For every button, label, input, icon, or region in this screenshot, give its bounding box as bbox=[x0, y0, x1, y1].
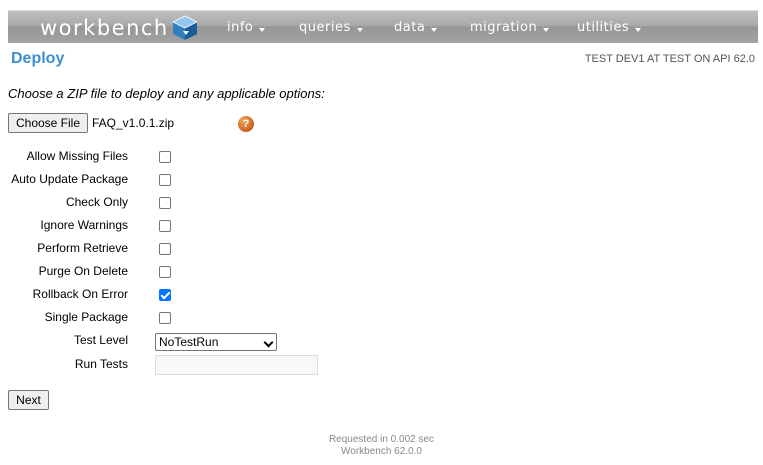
option-label-auto-update-package: Auto Update Package bbox=[11, 172, 128, 186]
cube-icon bbox=[171, 15, 198, 40]
logo-text: workbench bbox=[40, 16, 169, 40]
menu-utilities[interactable]: utilities bbox=[577, 11, 642, 44]
test-level-label: Test Level bbox=[73, 333, 128, 347]
checkbox-allow-missing-files[interactable] bbox=[159, 151, 171, 163]
footer-version: Workbench 62.0.0 bbox=[341, 446, 422, 457]
run-tests-label: Run Tests bbox=[74, 357, 128, 371]
option-label-purge-on-delete: Purge On Delete bbox=[38, 264, 128, 278]
test-level-select[interactable]: NoTestRun bbox=[155, 333, 277, 351]
instructions-text: Choose a ZIP file to deploy and any appl… bbox=[8, 86, 325, 101]
checkbox-single-package[interactable] bbox=[159, 312, 171, 324]
chevron-down-icon bbox=[431, 27, 438, 32]
menu-queries[interactable]: queries bbox=[299, 11, 363, 44]
checkbox-auto-update-package[interactable] bbox=[159, 174, 171, 186]
menu-migration[interactable]: migration bbox=[470, 11, 550, 44]
chevron-down-icon bbox=[259, 27, 266, 32]
help-icon[interactable]: ? bbox=[238, 116, 254, 132]
choose-file-button[interactable]: Choose File bbox=[8, 113, 88, 133]
option-label-ignore-warnings: Ignore Warnings bbox=[40, 218, 128, 232]
checkbox-ignore-warnings[interactable] bbox=[159, 220, 171, 232]
menu-migration-label: migration bbox=[470, 19, 538, 35]
menu-data-label: data bbox=[394, 19, 426, 35]
menu-queries-label: queries bbox=[299, 19, 351, 35]
checkbox-check-only[interactable] bbox=[159, 197, 171, 209]
chevron-down-icon bbox=[356, 27, 363, 32]
chevron-down-icon bbox=[263, 337, 274, 348]
selected-file-name: FAQ_v1.0.1.zip bbox=[92, 116, 175, 130]
checkbox-rollback-on-error[interactable] bbox=[159, 289, 171, 301]
page-title: Deploy bbox=[11, 50, 65, 67]
workbench-logo[interactable]: workbench bbox=[40, 13, 199, 43]
option-label-single-package: Single Package bbox=[44, 310, 128, 324]
option-label-rollback-on-error: Rollback On Error bbox=[32, 287, 128, 301]
next-button[interactable]: Next bbox=[8, 390, 49, 410]
option-label-perform-retrieve: Perform Retrieve bbox=[37, 241, 128, 255]
chevron-down-icon bbox=[543, 27, 550, 32]
menu-data[interactable]: data bbox=[394, 11, 438, 44]
menu-utilities-label: utilities bbox=[577, 19, 630, 35]
chevron-down-icon bbox=[635, 27, 642, 32]
top-nav-bar: workbench info queries data migration ut… bbox=[8, 10, 758, 43]
logo-chevron-down-icon[interactable] bbox=[183, 31, 189, 35]
environment-info: TEST DEV1 AT TEST ON API 62.0 bbox=[584, 53, 755, 65]
checkbox-purge-on-delete[interactable] bbox=[159, 266, 171, 278]
run-tests-input[interactable] bbox=[155, 355, 318, 375]
test-level-selected-value: NoTestRun bbox=[159, 335, 219, 349]
option-label-allow-missing-files: Allow Missing Files bbox=[26, 149, 128, 163]
menu-info-label: info bbox=[227, 19, 254, 35]
footer-timing: Requested in 0.002 sec bbox=[328, 434, 435, 445]
checkbox-perform-retrieve[interactable] bbox=[159, 243, 171, 255]
menu-info[interactable]: info bbox=[227, 11, 266, 44]
option-label-check-only: Check Only bbox=[65, 195, 128, 209]
